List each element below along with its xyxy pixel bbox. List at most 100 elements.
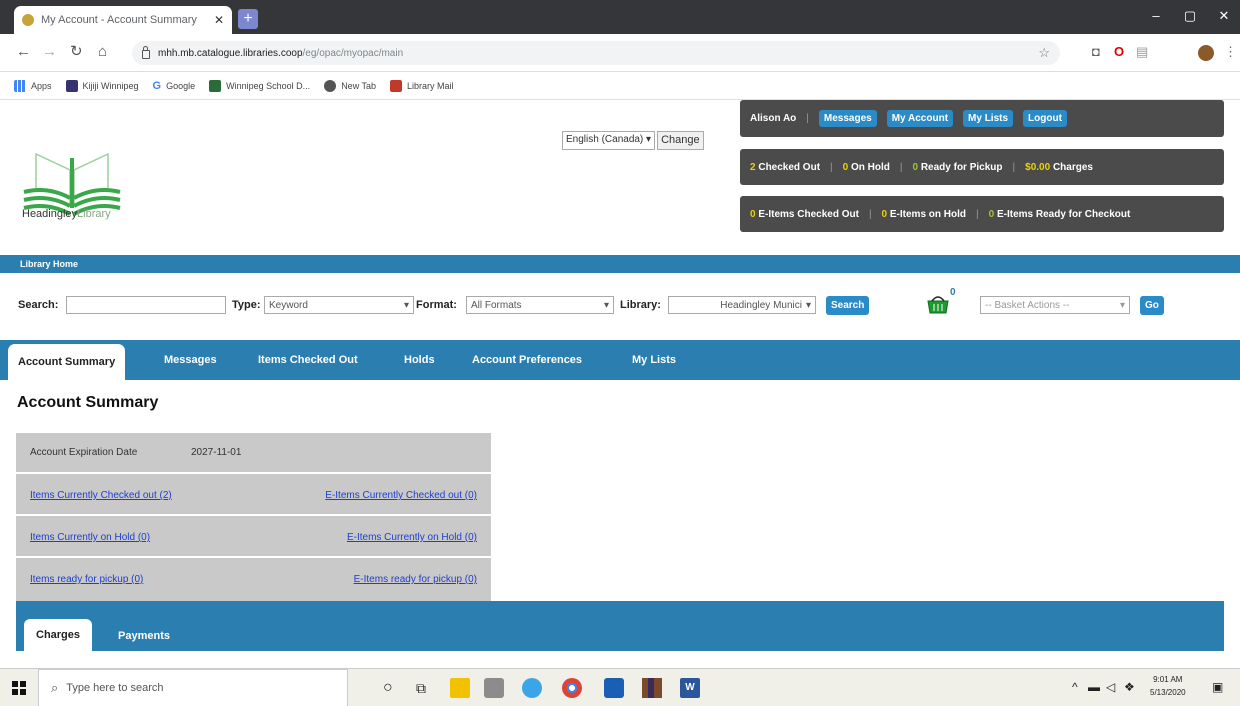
library-home-link[interactable]: Library Home: [0, 255, 1240, 273]
file-explorer-icon[interactable]: [450, 678, 470, 698]
volume-icon[interactable]: ◁: [1106, 680, 1115, 694]
chevron-up-icon[interactable]: ^: [1072, 680, 1078, 694]
user-name: Alison Ao: [750, 113, 797, 124]
word-icon[interactable]: W: [680, 678, 700, 698]
type-select[interactable]: Keyword ▾: [264, 296, 414, 314]
tab-charges[interactable]: Charges: [24, 619, 93, 651]
format-select[interactable]: All Formats ▾: [466, 296, 614, 314]
address-bar[interactable]: mhh.mb.catalogue.libraries.coop/eg/opac/…: [132, 41, 1060, 65]
logout-button[interactable]: Logout: [1023, 110, 1067, 127]
star-bookmark-icon[interactable]: ☆: [1038, 45, 1050, 61]
items-ready-link[interactable]: Items ready for pickup (0): [30, 574, 143, 585]
bookmark-kijiji[interactable]: Kijiji Winnipeg: [65, 79, 139, 92]
close-tab-icon[interactable]: ✕: [214, 13, 224, 27]
tab-holds[interactable]: Holds: [404, 354, 435, 366]
close-window-button[interactable]: ✕: [1210, 6, 1238, 26]
bookmark-google[interactable]: G Google: [153, 80, 196, 92]
ready-pickup-status[interactable]: 0 Ready for Pickup: [912, 162, 1002, 173]
taskbar-search-placeholder: Type here to search: [66, 682, 164, 694]
library-select[interactable]: Headingley Munici ▾: [668, 296, 816, 314]
account-status-bar: 2 Checked Out | 0 On Hold | 0 Ready for …: [740, 149, 1224, 185]
search-button[interactable]: Search: [826, 295, 870, 315]
bookmark-new-tab[interactable]: New Tab: [324, 79, 376, 92]
profile-avatar[interactable]: [1198, 45, 1214, 61]
taskbar-clock[interactable]: 9:01 AM 5/13/2020: [1150, 673, 1186, 699]
library-label: Library:: [620, 299, 661, 311]
apps-grid-icon: [14, 79, 26, 92]
library-favicon-icon: [22, 14, 34, 26]
taskbar-search-box[interactable]: ⌕ Type here to search: [38, 669, 348, 706]
change-language-button[interactable]: Change: [657, 131, 704, 150]
browser-tab[interactable]: My Account - Account Summary ✕: [14, 6, 232, 34]
forward-arrow-icon[interactable]: →: [42, 44, 57, 60]
task-view-icon[interactable]: ⧉: [416, 678, 436, 698]
eitems-on-hold-link[interactable]: E-Items Currently on Hold (0): [347, 532, 477, 543]
eitems-status-bar: 0 E-Items Checked Out | 0 E-Items on Hol…: [740, 196, 1224, 232]
checked-out-status[interactable]: 2 Checked Out: [750, 162, 820, 173]
lock-icon: [142, 46, 150, 59]
extension-puzzle-icon[interactable]: ▤: [1136, 44, 1148, 60]
minimize-button[interactable]: –: [1142, 6, 1170, 26]
windows-start-icon[interactable]: [12, 681, 26, 698]
bookmark-apps[interactable]: Apps: [14, 79, 52, 92]
home-icon[interactable]: ⌂: [98, 44, 107, 60]
tab-payments[interactable]: Payments: [118, 630, 170, 642]
tab-messages[interactable]: Messages: [164, 354, 217, 366]
eitems-ready-status[interactable]: 0 E-Items Ready for Checkout: [989, 209, 1131, 220]
eitems-checked-out-status[interactable]: 0 E-Items Checked Out: [750, 209, 859, 220]
opera-extension-icon[interactable]: O: [1114, 44, 1124, 60]
cortana-icon[interactable]: ○: [383, 678, 403, 698]
charges-status[interactable]: $0.00 Charges: [1025, 162, 1093, 173]
go-button[interactable]: Go: [1140, 295, 1164, 315]
menu-kebab-icon[interactable]: ⋮: [1224, 44, 1237, 60]
my-lists-button[interactable]: My Lists: [963, 110, 1014, 127]
tab-account-preferences[interactable]: Account Preferences: [472, 354, 582, 366]
expiration-label: Account Expiration Date: [30, 447, 138, 458]
bookmarks-bar: Apps Kijiji Winnipeg G Google Winnipeg Sc…: [0, 72, 1240, 100]
tab-items-checked-out[interactable]: Items Checked Out: [258, 354, 358, 366]
store-icon[interactable]: [484, 678, 504, 698]
library-app-icon[interactable]: [642, 678, 662, 698]
search-bar: Search: Type: Keyword ▾ Format: All Forma…: [0, 287, 1240, 320]
bookmark-library-mail[interactable]: Library Mail: [390, 79, 454, 92]
network-icon[interactable]: ▬: [1088, 680, 1100, 694]
my-account-button[interactable]: My Account: [886, 110, 954, 127]
dropbox-icon[interactable]: ❖: [1124, 680, 1135, 694]
eitems-ready-link[interactable]: E-Items ready for pickup (0): [354, 574, 477, 585]
ready-pickup-row: Items ready for pickup (0) E-Items ready…: [16, 559, 491, 600]
extension-shield-icon[interactable]: ◘: [1092, 44, 1100, 60]
new-tab-icon: [324, 79, 337, 92]
tab-title: My Account - Account Summary: [41, 14, 197, 26]
messages-button[interactable]: Messages: [818, 110, 877, 127]
expiration-value: 2027-11-01: [191, 447, 242, 458]
reload-icon[interactable]: ↻: [70, 44, 83, 60]
items-on-hold-link[interactable]: Items Currently on Hold (0): [30, 532, 150, 543]
bookmark-winnipeg-school[interactable]: Winnipeg School D...: [209, 79, 310, 92]
browser-titlebar: My Account - Account Summary ✕ + – ▢ ✕: [0, 0, 1240, 34]
back-arrow-icon[interactable]: ←: [16, 44, 31, 60]
kijiji-app-icon[interactable]: [604, 678, 624, 698]
format-label: Format:: [416, 299, 457, 311]
user-account-bar: Alison Ao | Messages My Account My Lists…: [740, 100, 1224, 137]
chrome-icon[interactable]: [562, 678, 582, 698]
basket-actions-select[interactable]: -- Basket Actions -- ▾: [980, 296, 1130, 314]
tab-my-lists[interactable]: My Lists: [632, 354, 676, 366]
search-input[interactable]: [66, 296, 226, 314]
url-text: mhh.mb.catalogue.libraries.coop/eg/opac/…: [158, 47, 404, 59]
language-selector: English (Canada) ▾ Change: [562, 131, 704, 150]
charges-tabs: Charges Payments: [16, 601, 1224, 651]
checked-out-row: Items Currently Checked out (2) E-Items …: [16, 475, 491, 516]
items-checked-out-link[interactable]: Items Currently Checked out (2): [30, 490, 172, 501]
language-select[interactable]: English (Canada) ▾: [562, 131, 656, 150]
eitems-on-hold-status[interactable]: 0 E-Items on Hold: [882, 209, 966, 220]
notifications-icon[interactable]: ▣: [1212, 680, 1223, 694]
on-hold-status[interactable]: 0 On Hold: [843, 162, 890, 173]
browser-toolbar: ← → ↻ ⌂ mhh.mb.catalogue.libraries.coop/…: [0, 34, 1240, 72]
maximize-button[interactable]: ▢: [1176, 6, 1204, 26]
new-tab-button[interactable]: +: [238, 9, 258, 29]
tab-account-summary[interactable]: Account Summary: [8, 344, 126, 380]
photos-icon[interactable]: [522, 678, 542, 698]
type-label: Type:: [232, 299, 261, 311]
on-hold-row: Items Currently on Hold (0) E-Items Curr…: [16, 517, 491, 558]
eitems-checked-out-link[interactable]: E-Items Currently Checked out (0): [325, 490, 477, 501]
